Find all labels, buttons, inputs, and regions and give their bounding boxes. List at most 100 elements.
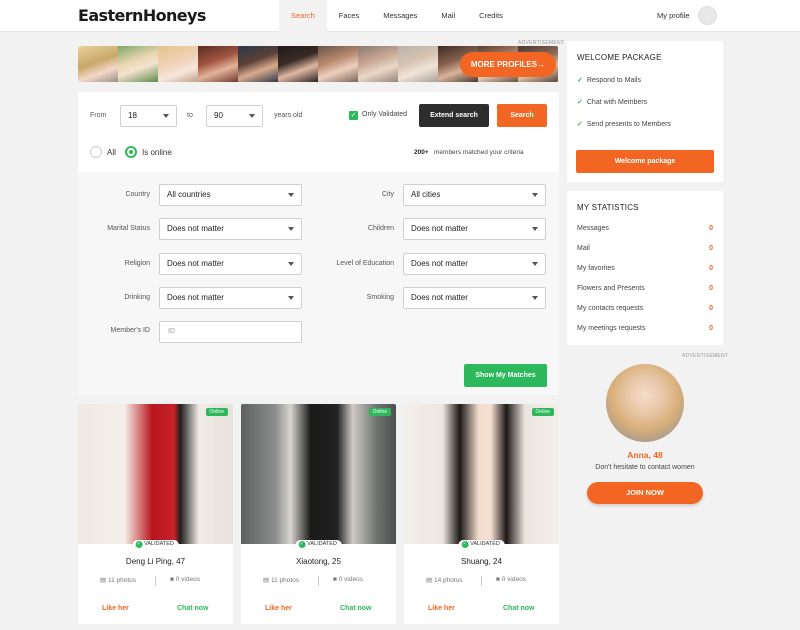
chevron-down-icon (532, 227, 538, 231)
match-count: 200+ (414, 149, 429, 156)
stat-mail-value: 0 (709, 245, 713, 252)
online-badge: Online (368, 408, 391, 416)
marital-status-label: Marital Status (107, 225, 150, 232)
stat-messages-label[interactable]: Messages (577, 225, 609, 232)
strip-photo[interactable] (118, 46, 158, 82)
city-select[interactable]: All cities (403, 184, 546, 206)
photo-count-text: 11 photos (107, 577, 137, 584)
only-validated-checkbox[interactable]: ✓ (349, 111, 358, 120)
more-profiles-button[interactable]: MORE PROFILES→ (460, 52, 556, 77)
profile-name[interactable]: Shuang, 24 (404, 557, 559, 566)
nav-mail[interactable]: Mail (429, 0, 467, 32)
nav-search[interactable]: Search (279, 0, 327, 32)
strip-photo[interactable] (238, 46, 278, 82)
stat-mail-label[interactable]: Mail (577, 245, 590, 252)
chevron-down-icon (288, 262, 294, 266)
from-label: From (90, 112, 107, 119)
strip-photo[interactable] (318, 46, 358, 82)
site-logo[interactable]: EasternHoneys (78, 6, 206, 25)
chevron-down-icon (288, 296, 294, 300)
video-count-text: 0 videos (501, 576, 526, 583)
stat-flowers-value: 0 (709, 285, 713, 292)
photo-icon: ▤ (426, 577, 434, 584)
profile-photo[interactable] (241, 404, 396, 544)
show-my-matches-button[interactable]: Show My Matches (464, 364, 547, 387)
only-validated-label: Only Validated (362, 111, 408, 118)
profile-name[interactable]: Xiaotong, 25 (241, 557, 396, 566)
search-button[interactable]: Search (497, 104, 547, 127)
nav-faces[interactable]: Faces (327, 0, 371, 32)
chat-now-button[interactable]: Chat now (503, 605, 535, 612)
strip-photo[interactable] (78, 46, 118, 82)
promo-subtitle: Don't hesitate to contact women (595, 464, 695, 471)
photo-icon: ▤ (263, 577, 271, 584)
member-id-input[interactable]: ID (159, 321, 302, 343)
validated-badge: ✓ VALIDATED (458, 540, 505, 549)
check-icon: ✓ (461, 541, 469, 548)
chat-now-button[interactable]: Chat now (340, 605, 372, 612)
to-label: to (187, 112, 193, 119)
drinking-select[interactable]: Does not matter (159, 287, 302, 309)
stat-meetings-label[interactable]: My meetings requests (577, 325, 645, 332)
education-select[interactable]: Does not matter (403, 253, 546, 275)
chevron-down-icon (288, 227, 294, 231)
profile-photo[interactable] (78, 404, 233, 544)
marital-status-select[interactable]: Does not matter (159, 218, 302, 240)
education-value: Does not matter (411, 259, 468, 268)
top-navbar: EasternHoneys Search Faces Messages Mail… (0, 0, 800, 32)
photo-count-text: 14 photos (433, 577, 463, 584)
validated-text: VALIDATED (307, 541, 337, 547)
strip-photo[interactable] (278, 46, 318, 82)
strip-photo[interactable] (158, 46, 198, 82)
country-select[interactable]: All countries (159, 184, 302, 206)
match-text: members matched your criteria (434, 149, 524, 156)
children-select[interactable]: Does not matter (403, 218, 546, 240)
strip-photo[interactable] (198, 46, 238, 82)
profile-photo[interactable] (404, 404, 559, 544)
strip-photo[interactable] (398, 46, 438, 82)
profile-card[interactable]: Online ✓ VALIDATED Shuang, 24 ▤ 14 photos… (404, 404, 559, 624)
smoking-value: Does not matter (411, 293, 468, 302)
strip-photo[interactable] (358, 46, 398, 82)
package-item: ✓ Send presents to Members (577, 120, 671, 128)
chevron-down-icon (163, 114, 169, 118)
my-profile-link[interactable]: My profile (657, 11, 690, 20)
stat-flowers-label[interactable]: Flowers and Presents (577, 285, 645, 292)
religion-select[interactable]: Does not matter (159, 253, 302, 275)
profile-card[interactable]: Online ✓ VALIDATED Xiaotong, 25 ▤ 11 phot… (241, 404, 396, 624)
check-icon: ✓ (577, 99, 583, 106)
age-from-value: 18 (128, 111, 137, 120)
children-label: Children (367, 225, 394, 232)
stat-favorites-value: 0 (709, 265, 713, 272)
like-her-button[interactable]: Like her (102, 605, 129, 612)
nav-messages[interactable]: Messages (371, 0, 429, 32)
chevron-down-icon (532, 296, 538, 300)
smoking-select[interactable]: Does not matter (403, 287, 546, 309)
promo-photo[interactable] (606, 364, 684, 442)
validated-badge: ✓ VALIDATED (132, 540, 179, 549)
age-from-select[interactable]: 18 (120, 105, 177, 127)
divider (155, 576, 156, 586)
like-her-button[interactable]: Like her (428, 605, 455, 612)
stat-contacts-value: 0 (709, 305, 713, 312)
profile-card[interactable]: Online ✓ VALIDATED Deng Li Ping, 47 ▤ 11 … (78, 404, 233, 624)
radio-all[interactable] (90, 146, 102, 158)
ad-label-side: ADVERTISEMENT (682, 353, 729, 359)
check-icon: ✓ (577, 121, 583, 128)
profile-name[interactable]: Deng Li Ping, 47 (78, 557, 233, 566)
photo-icon: ▤ (100, 577, 108, 584)
join-now-button[interactable]: JOIN NOW (587, 482, 703, 504)
chat-now-button[interactable]: Chat now (177, 605, 209, 612)
nav-credits[interactable]: Credits (467, 0, 515, 32)
age-to-select[interactable]: 90 (206, 105, 263, 127)
extend-search-button[interactable]: Extend search (419, 104, 489, 127)
chevron-down-icon (532, 193, 538, 197)
radio-is-online[interactable] (125, 146, 137, 158)
stat-contacts-label[interactable]: My contacts requests (577, 305, 643, 312)
welcome-package-button[interactable]: Welcome package (576, 150, 714, 173)
main-nav: Search Faces Messages Mail Credits (279, 0, 515, 32)
stat-favorites-label[interactable]: My favorites (577, 265, 615, 272)
avatar[interactable] (698, 6, 717, 25)
country-label: Country (125, 191, 150, 198)
like-her-button[interactable]: Like her (265, 605, 292, 612)
